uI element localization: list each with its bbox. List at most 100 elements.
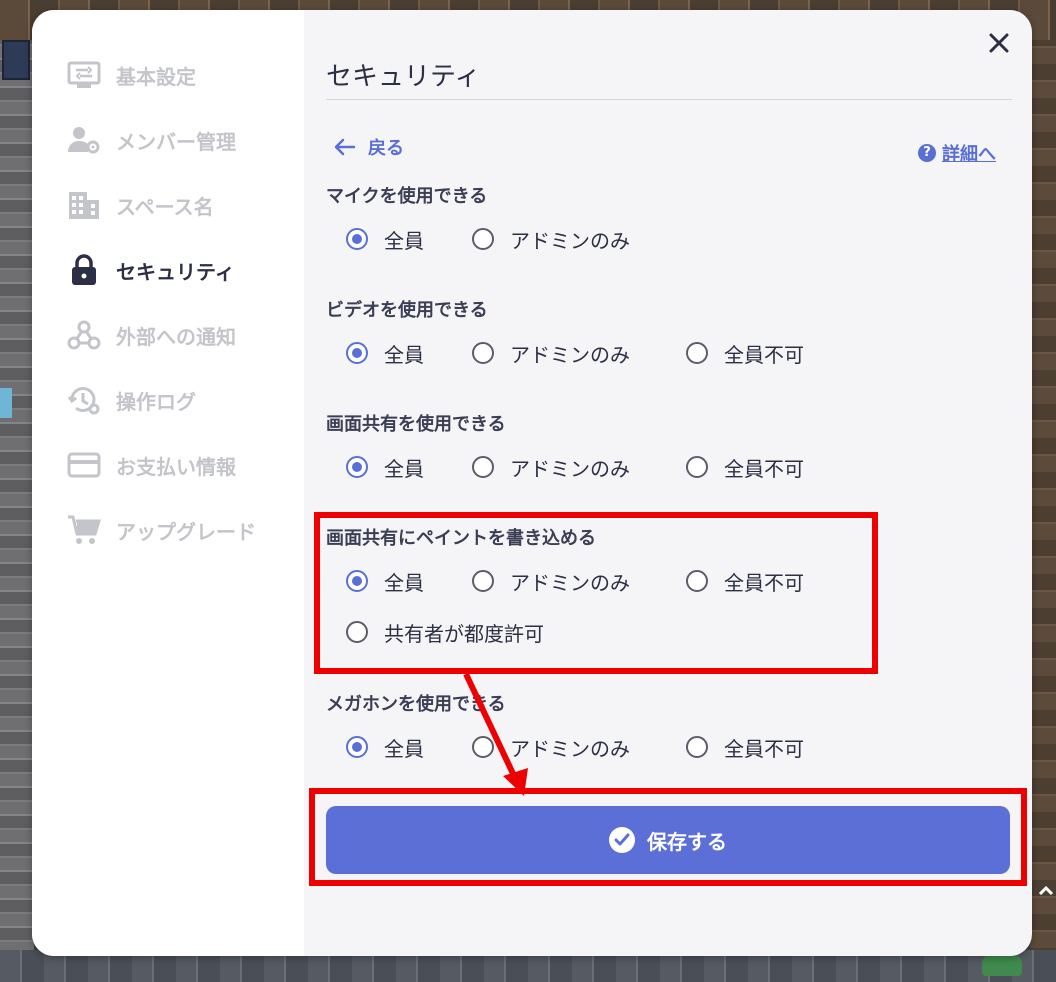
help-label: 詳細へ xyxy=(942,144,996,165)
background-wall-left xyxy=(0,40,34,982)
webhook-icon xyxy=(66,319,102,351)
settings-content: セキュリティ 戻る ? 詳細へ マイクを使用できる 全員 アドミンのみ ビデオを… xyxy=(304,10,1032,956)
radio-unchecked[interactable] xyxy=(686,456,708,478)
radio-unchecked[interactable] xyxy=(472,570,494,592)
radio-checked[interactable] xyxy=(346,570,368,592)
settings-panel-icon xyxy=(66,59,102,91)
sidebar-item-basic-settings[interactable]: 基本設定 xyxy=(66,55,296,95)
radio-label: 共有者が都度許可 xyxy=(384,621,544,646)
radio-option[interactable]: 全員不可 xyxy=(686,734,804,761)
background-wall-right xyxy=(1030,40,1056,982)
radio-label: アドミンのみ xyxy=(510,456,630,481)
radio-option[interactable]: 全員不可 xyxy=(686,454,804,481)
radio-option[interactable]: 全員 xyxy=(346,340,424,367)
save-button[interactable]: 保存する xyxy=(326,806,1010,874)
settings-modal: 基本設定 メンバー管理 スペース名 セキュリティ 外部への通知 操作ログ お支払… xyxy=(32,10,1032,956)
radio-option[interactable]: 全員 xyxy=(346,454,424,481)
radio-checked[interactable] xyxy=(346,228,368,250)
lock-icon xyxy=(66,254,102,286)
sidebar-item-label: お支払い情報 xyxy=(116,454,236,479)
sidebar-item-payment-info[interactable]: お支払い情報 xyxy=(66,445,296,485)
radio-unchecked[interactable] xyxy=(472,456,494,478)
sidebar-item-label: 外部への通知 xyxy=(116,324,236,349)
history-settings-icon xyxy=(66,384,102,416)
setting-video: ビデオを使用できる 全員 アドミンのみ 全員不可 xyxy=(326,298,804,367)
sidebar-item-upgrade[interactable]: アップグレード xyxy=(66,510,296,550)
radio-label: 全員 xyxy=(384,736,424,761)
radio-unchecked[interactable] xyxy=(686,570,708,592)
radio-label: アドミンのみ xyxy=(510,228,630,253)
radio-label: 全員 xyxy=(384,228,424,253)
radio-option[interactable]: 共有者が都度許可 xyxy=(346,619,544,646)
sidebar-item-label: スペース名 xyxy=(116,194,214,219)
sidebar-item-space-name[interactable]: スペース名 xyxy=(66,185,296,225)
radio-checked[interactable] xyxy=(346,736,368,758)
radio-checked[interactable] xyxy=(346,342,368,364)
radio-option[interactable]: 全員 xyxy=(346,226,424,253)
settings-sidebar: 基本設定 メンバー管理 スペース名 セキュリティ 外部への通知 操作ログ お支払… xyxy=(32,10,304,956)
radio-option[interactable]: 全員不可 xyxy=(686,568,804,595)
radio-option[interactable]: アドミンのみ xyxy=(472,454,630,481)
radio-option[interactable]: 全員 xyxy=(346,734,424,761)
credit-card-icon xyxy=(66,449,102,481)
radio-option[interactable]: アドミンのみ xyxy=(472,226,630,253)
save-label: 保存する xyxy=(647,829,727,854)
sidebar-item-label: 基本設定 xyxy=(116,64,196,89)
radio-label: アドミンのみ xyxy=(510,342,630,367)
radio-label: 全員 xyxy=(384,570,424,595)
radio-group: 全員 アドミンのみ 全員不可 xyxy=(346,454,946,481)
radio-label: 全員 xyxy=(384,456,424,481)
cart-icon xyxy=(66,514,102,546)
setting-label: マイクを使用できる xyxy=(326,186,488,207)
radio-option[interactable]: アドミンのみ xyxy=(472,734,630,761)
radio-unchecked[interactable] xyxy=(686,736,708,758)
radio-group: 全員 アドミンのみ 全員不可 共有者が都度許可 xyxy=(346,568,946,646)
radio-unchecked[interactable] xyxy=(346,621,368,643)
sidebar-item-security[interactable]: セキュリティ xyxy=(66,250,296,290)
close-icon xyxy=(989,33,1009,53)
radio-label: 全員不可 xyxy=(724,570,804,595)
radio-group: 全員 アドミンのみ 全員不可 xyxy=(346,734,946,761)
title-divider xyxy=(326,99,1012,100)
setting-label: 画面共有を使用できる xyxy=(326,414,506,435)
member-settings-icon xyxy=(66,124,102,156)
sidebar-item-label: アップグレード xyxy=(116,519,256,544)
radio-unchecked[interactable] xyxy=(472,342,494,364)
radio-group: 全員 アドミンのみ xyxy=(346,226,946,253)
help-link[interactable]: ? 詳細へ xyxy=(918,140,996,166)
back-label: 戻る xyxy=(368,138,404,159)
background-window xyxy=(2,40,30,80)
sidebar-item-external-notification[interactable]: 外部への通知 xyxy=(66,315,296,355)
chevron-up-icon xyxy=(1036,880,1056,906)
background-window xyxy=(0,388,12,418)
radio-label: 全員不可 xyxy=(724,342,804,367)
radio-option[interactable]: アドミンのみ xyxy=(472,340,630,367)
radio-label: アドミンのみ xyxy=(510,570,630,595)
setting-screen-share: 画面共有を使用できる 全員 アドミンのみ 全員不可 xyxy=(326,412,804,481)
setting-label: 画面共有にペイントを書き込める xyxy=(326,528,596,549)
radio-unchecked[interactable] xyxy=(686,342,708,364)
sidebar-item-operation-log[interactable]: 操作ログ xyxy=(66,380,296,420)
radio-label: 全員不可 xyxy=(724,456,804,481)
building-icon xyxy=(66,189,102,221)
radio-option[interactable]: 全員 xyxy=(346,568,424,595)
radio-checked[interactable] xyxy=(346,456,368,478)
setting-megaphone: メガホンを使用できる 全員 アドミンのみ 全員不可 xyxy=(326,692,804,761)
sidebar-item-member-management[interactable]: メンバー管理 xyxy=(66,120,296,160)
radio-label: 全員 xyxy=(384,342,424,367)
radio-unchecked[interactable] xyxy=(472,736,494,758)
close-button[interactable] xyxy=(984,28,1014,58)
radio-option[interactable]: 全員不可 xyxy=(686,340,804,367)
sidebar-item-label: セキュリティ xyxy=(116,259,235,284)
page-title: セキュリティ xyxy=(326,62,481,92)
back-link[interactable]: 戻る xyxy=(334,134,404,160)
background-plant xyxy=(982,954,1022,976)
setting-label: ビデオを使用できる xyxy=(326,300,488,321)
radio-group: 全員 アドミンのみ 全員不可 xyxy=(346,340,946,367)
sidebar-item-label: メンバー管理 xyxy=(116,129,236,154)
setting-screen-share-paint: 画面共有にペイントを書き込める 全員 アドミンのみ 全員不可 共有者が都度許可 xyxy=(326,526,804,646)
radio-unchecked[interactable] xyxy=(472,228,494,250)
help-circle-icon: ? xyxy=(918,144,936,162)
radio-option[interactable]: アドミンのみ xyxy=(472,568,630,595)
sidebar-item-label: 操作ログ xyxy=(116,389,196,414)
